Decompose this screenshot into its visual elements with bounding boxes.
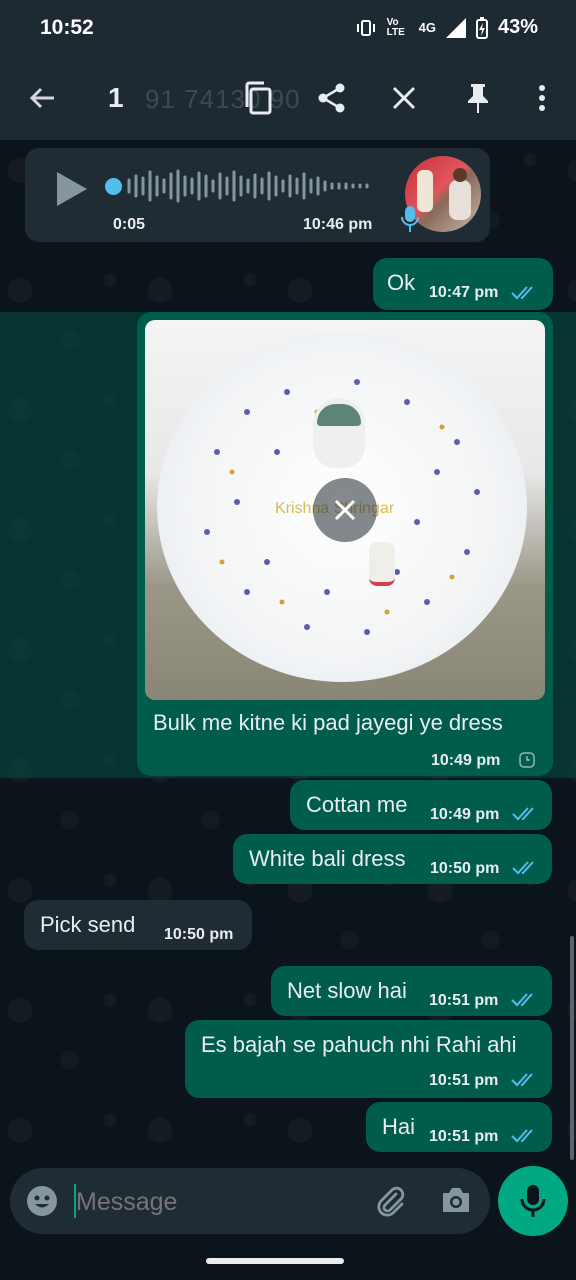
message-time: 10:50 pm xyxy=(164,926,234,943)
camera-icon[interactable] xyxy=(440,1185,472,1215)
copy-button[interactable] xyxy=(240,80,276,116)
status-bar: 10:52 Vo LTE 4G 43% xyxy=(0,0,576,56)
microphone-icon xyxy=(520,1185,546,1217)
signal-icon xyxy=(445,17,466,38)
message-bubble-es[interactable]: Es bajah se pahuch nhi Rahi ahi 10:51 pm xyxy=(185,1020,552,1098)
message-text: Net slow hai xyxy=(287,978,407,1003)
gesture-navigation-bar[interactable] xyxy=(206,1258,344,1264)
message-bubble-pick[interactable]: Pick send 10:50 pm xyxy=(24,900,252,950)
message-time: 10:51 pm xyxy=(429,1128,499,1145)
message-time: 10:49 pm xyxy=(430,806,500,823)
message-time: 10:47 pm xyxy=(429,284,499,301)
status-time: 10:52 xyxy=(40,16,94,39)
message-bubble-net[interactable]: Net slow hai 10:51 pm xyxy=(271,966,552,1016)
play-icon[interactable] xyxy=(55,170,89,208)
volte-label: Vo LTE xyxy=(386,16,405,38)
more-options-button[interactable] xyxy=(524,80,560,116)
back-button[interactable] xyxy=(24,80,60,116)
message-time: 10:50 pm xyxy=(430,860,500,877)
voice-time: 10:46 pm xyxy=(303,216,373,233)
voice-message-bubble[interactable]: 0:05 10:46 pm xyxy=(25,148,490,242)
image-thumbnail[interactable]: Krishna Shringar xyxy=(145,320,545,700)
battery-percent: 43% xyxy=(497,16,538,38)
close-icon xyxy=(334,499,356,521)
network-label: 4G xyxy=(418,20,436,35)
message-composer xyxy=(10,1168,490,1234)
cancel-download-button[interactable] xyxy=(313,478,377,542)
message-time: 10:51 pm xyxy=(429,1072,499,1089)
message-text: Hai xyxy=(382,1114,416,1139)
message-text: Cottan me xyxy=(306,792,408,817)
vibrate-icon xyxy=(356,19,375,36)
forward-button[interactable] xyxy=(314,80,350,116)
message-text: White bali dress xyxy=(249,846,406,871)
selection-action-bar: 91 74130 90 1 xyxy=(0,56,576,140)
battery-icon xyxy=(475,16,488,39)
copy-icon xyxy=(245,81,272,115)
message-time: 10:51 pm xyxy=(429,992,499,1009)
message-bubble-white[interactable]: White bali dress 10:50 pm xyxy=(233,834,552,884)
faded-contact-number: 91 74130 90 xyxy=(145,84,301,114)
pending-clock-icon xyxy=(519,752,535,768)
message-text: Ok xyxy=(387,270,416,295)
close-icon xyxy=(392,86,416,110)
read-receipt-icon xyxy=(511,1129,533,1143)
voice-record-button[interactable] xyxy=(498,1166,568,1236)
image-caption: Bulk me kitne ki pad jayegi ye dress xyxy=(153,710,503,735)
idol-hand xyxy=(369,542,395,586)
voice-duration: 0:05 xyxy=(113,216,146,233)
pin-button[interactable] xyxy=(460,80,496,116)
message-bubble-ok[interactable]: Ok 10:47 pm xyxy=(373,258,553,310)
pin-icon xyxy=(468,84,488,113)
message-text: Pick send xyxy=(40,912,136,937)
image-message-bubble[interactable]: Krishna Shringar Bulk me kitne ki pad ja… xyxy=(137,312,553,776)
waveform[interactable] xyxy=(125,168,375,204)
emoji-icon[interactable] xyxy=(26,1185,58,1217)
message-text: Es bajah se pahuch nhi Rahi ahi xyxy=(201,1032,517,1057)
delete-button[interactable] xyxy=(386,80,422,116)
voice-progress-dot[interactable] xyxy=(105,178,122,195)
read-receipt-icon xyxy=(512,807,534,821)
message-bubble-hai[interactable]: Hai 10:51 pm xyxy=(366,1102,552,1152)
read-receipt-icon xyxy=(512,861,534,875)
message-time: 10:49 pm xyxy=(431,752,501,769)
message-input[interactable] xyxy=(74,1180,358,1224)
read-receipt-icon xyxy=(511,286,533,300)
back-arrow-icon xyxy=(29,87,54,109)
message-bubble-cottan[interactable]: Cottan me 10:49 pm xyxy=(290,780,552,830)
read-receipt-icon xyxy=(511,1073,533,1087)
read-receipt-icon xyxy=(511,993,533,1007)
attach-icon[interactable] xyxy=(374,1184,406,1218)
selected-count: 1 xyxy=(108,82,124,113)
status-icons: Vo LTE 4G 43% xyxy=(355,16,538,39)
scrollbar[interactable] xyxy=(570,936,574,1160)
share-icon xyxy=(318,83,345,113)
more-vertical-icon xyxy=(539,85,545,111)
mic-badge-icon xyxy=(401,206,419,232)
